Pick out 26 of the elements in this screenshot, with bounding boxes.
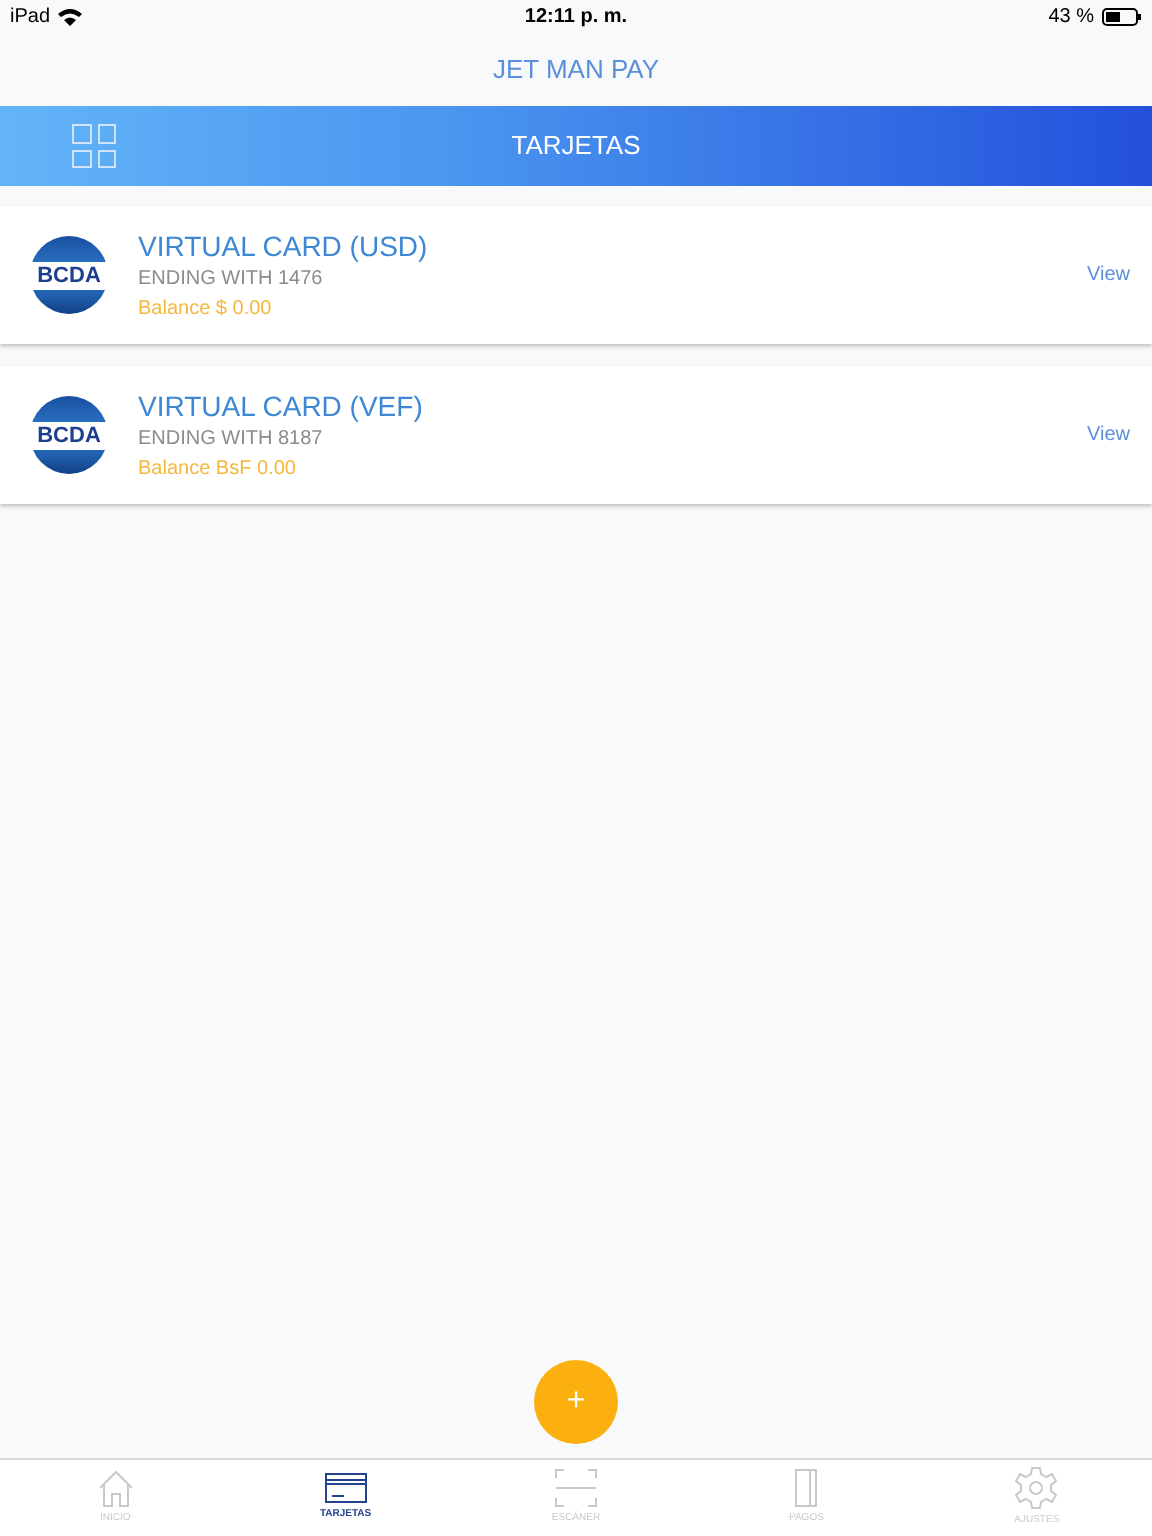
card-title: VIRTUAL CARD (VEF) bbox=[138, 387, 425, 423]
header-title: TARJETAS bbox=[511, 128, 641, 165]
add-button[interactable]: + bbox=[534, 1360, 618, 1444]
card-title: VIRTUAL CARD (USD) bbox=[138, 227, 430, 263]
view-link[interactable]: View bbox=[1087, 260, 1130, 290]
card-row[interactable]: BCDA VIRTUAL CARD (VEF) ENDING WITH 8187 Balance BsF 0.00 View bbox=[0, 366, 1152, 504]
battery-icon bbox=[1102, 8, 1142, 26]
bank-logo: BCDA bbox=[30, 236, 108, 314]
scan-icon bbox=[554, 1468, 598, 1509]
card-icon bbox=[323, 1472, 368, 1505]
door-icon bbox=[792, 1468, 821, 1509]
card-row[interactable]: BCDA VIRTUAL CARD (USD) ENDING WITH 1476 Balance $ 0.00 View bbox=[0, 206, 1152, 344]
card-balance: Balance BsF 0.00 bbox=[138, 455, 298, 483]
device-name: iPad bbox=[10, 4, 51, 32]
grid-menu-button[interactable] bbox=[72, 124, 116, 168]
card-ending: ENDING WITH 1476 bbox=[138, 265, 325, 293]
card-balance: Balance $ 0.00 bbox=[138, 295, 274, 323]
battery-percent: 43 % bbox=[1048, 4, 1094, 32]
status-time: 12:11 p. m. bbox=[524, 4, 628, 32]
app-title: JET MAN PAY bbox=[492, 52, 660, 89]
home-icon bbox=[95, 1468, 136, 1509]
card-ending: ENDING WITH 8187 bbox=[138, 425, 325, 453]
bank-logo: BCDA bbox=[30, 396, 108, 474]
settings-icon bbox=[1014, 1466, 1059, 1511]
view-link[interactable]: View bbox=[1087, 420, 1130, 450]
wifi-icon bbox=[58, 8, 83, 26]
